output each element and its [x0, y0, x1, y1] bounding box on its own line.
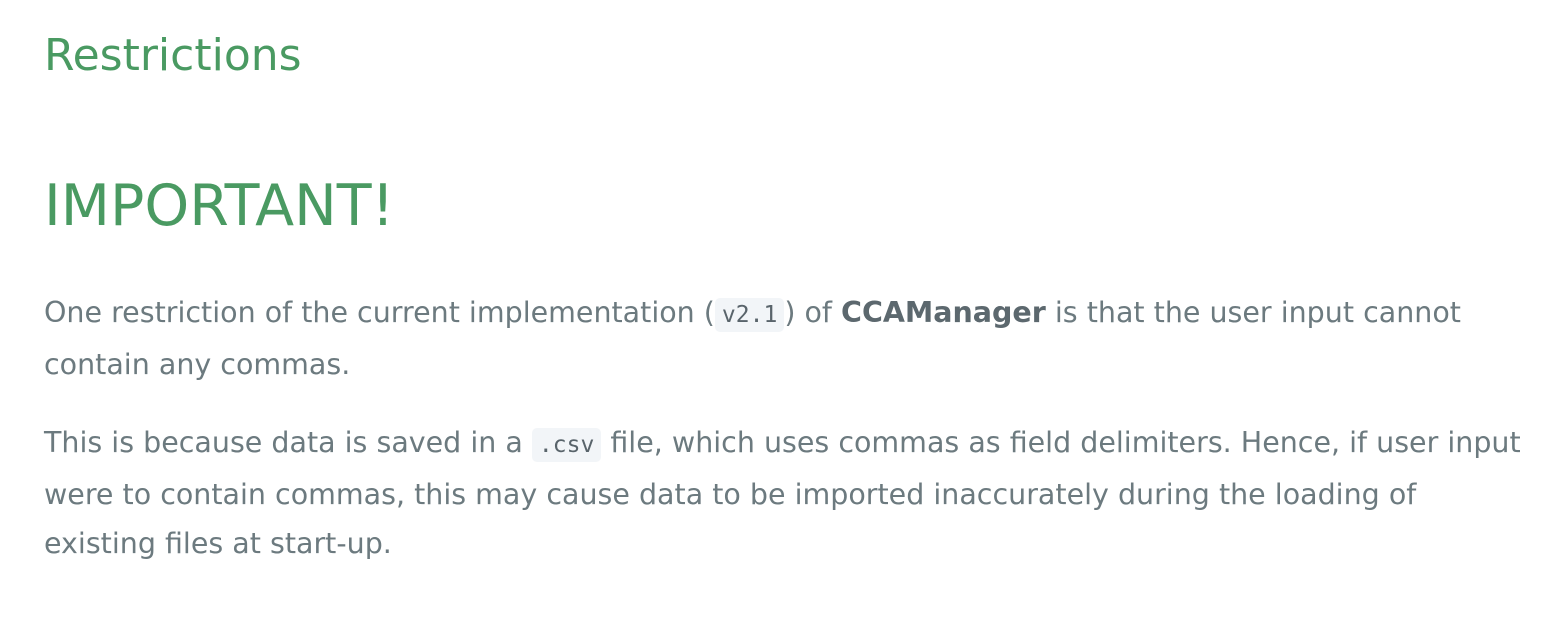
section-heading-restrictions: Restrictions: [44, 30, 302, 81]
version-code: v2.1: [714, 298, 785, 332]
paragraph-text: This is because data is saved in a: [44, 426, 532, 459]
file-extension-code: .csv: [531, 428, 602, 462]
restriction-paragraph: One restriction of the current implement…: [44, 288, 1524, 389]
explanation-paragraph: This is because data is saved in a .csv …: [44, 418, 1524, 568]
paragraph-text: ) of: [784, 296, 842, 329]
important-heading: IMPORTANT!: [44, 173, 395, 239]
paragraph-text: One restriction of the current implement…: [44, 296, 715, 329]
product-name: CCAManager: [841, 296, 1046, 329]
